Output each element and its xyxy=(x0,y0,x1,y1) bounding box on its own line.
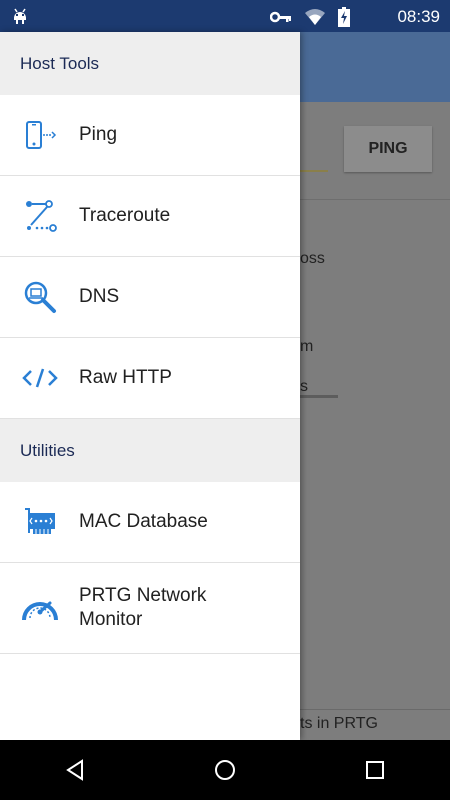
vpn-key-icon xyxy=(269,10,292,29)
drawer-item-label: Ping xyxy=(79,124,118,145)
drawer-item-label: MAC Database xyxy=(79,511,208,532)
result-label: m xyxy=(300,338,314,355)
wifi-icon xyxy=(304,8,326,31)
recents-button[interactable] xyxy=(345,740,405,800)
battery-charging-icon xyxy=(338,7,350,32)
section-header-utilities: Utilities xyxy=(0,419,300,482)
drawer-item-traceroute[interactable]: Traceroute xyxy=(0,176,300,257)
drawer-item-ping[interactable]: Ping xyxy=(0,95,300,176)
navigation-drawer: Host Tools Ping Traceroute DNS Raw HTTP … xyxy=(0,32,300,740)
status-bar: 08:39 xyxy=(0,0,450,32)
drawer-item-label: Traceroute xyxy=(79,205,171,226)
drawer-item-raw-http[interactable]: Raw HTTP xyxy=(0,338,300,419)
result-label: s xyxy=(300,378,308,395)
drawer-item-label: Raw HTTP xyxy=(79,367,172,388)
system-nav-bar xyxy=(0,740,450,800)
footer-link[interactable]: ts in PRTG xyxy=(300,715,378,733)
ping-icon xyxy=(20,115,60,155)
back-icon xyxy=(66,759,83,781)
recents-icon xyxy=(366,761,384,779)
gauge-icon xyxy=(20,588,60,628)
clock: 08:39 xyxy=(397,7,440,26)
home-button[interactable] xyxy=(195,740,255,800)
host-input-underline xyxy=(300,170,328,172)
ping-button[interactable]: PING xyxy=(344,126,432,172)
drawer-item-label: DNS xyxy=(79,286,120,307)
drawer-item-dns[interactable]: DNS xyxy=(0,257,300,338)
divider xyxy=(300,199,450,200)
progress-bar xyxy=(300,395,338,398)
drawer-item-prtg-network-monitor[interactable]: PRTG Network Monitor xyxy=(0,563,300,654)
code-icon xyxy=(20,358,60,398)
network-card-icon xyxy=(20,502,60,542)
traceroute-icon xyxy=(20,196,60,236)
back-button[interactable] xyxy=(45,740,105,800)
dns-search-icon xyxy=(20,277,60,317)
section-header-host-tools: Host Tools xyxy=(0,32,300,95)
drawer-item-mac-database[interactable]: MAC Database xyxy=(0,482,300,563)
result-label: oss xyxy=(300,250,325,267)
android-debug-icon xyxy=(10,6,30,31)
home-icon xyxy=(215,760,235,780)
drawer-item-label: PRTG Network Monitor xyxy=(79,585,207,630)
